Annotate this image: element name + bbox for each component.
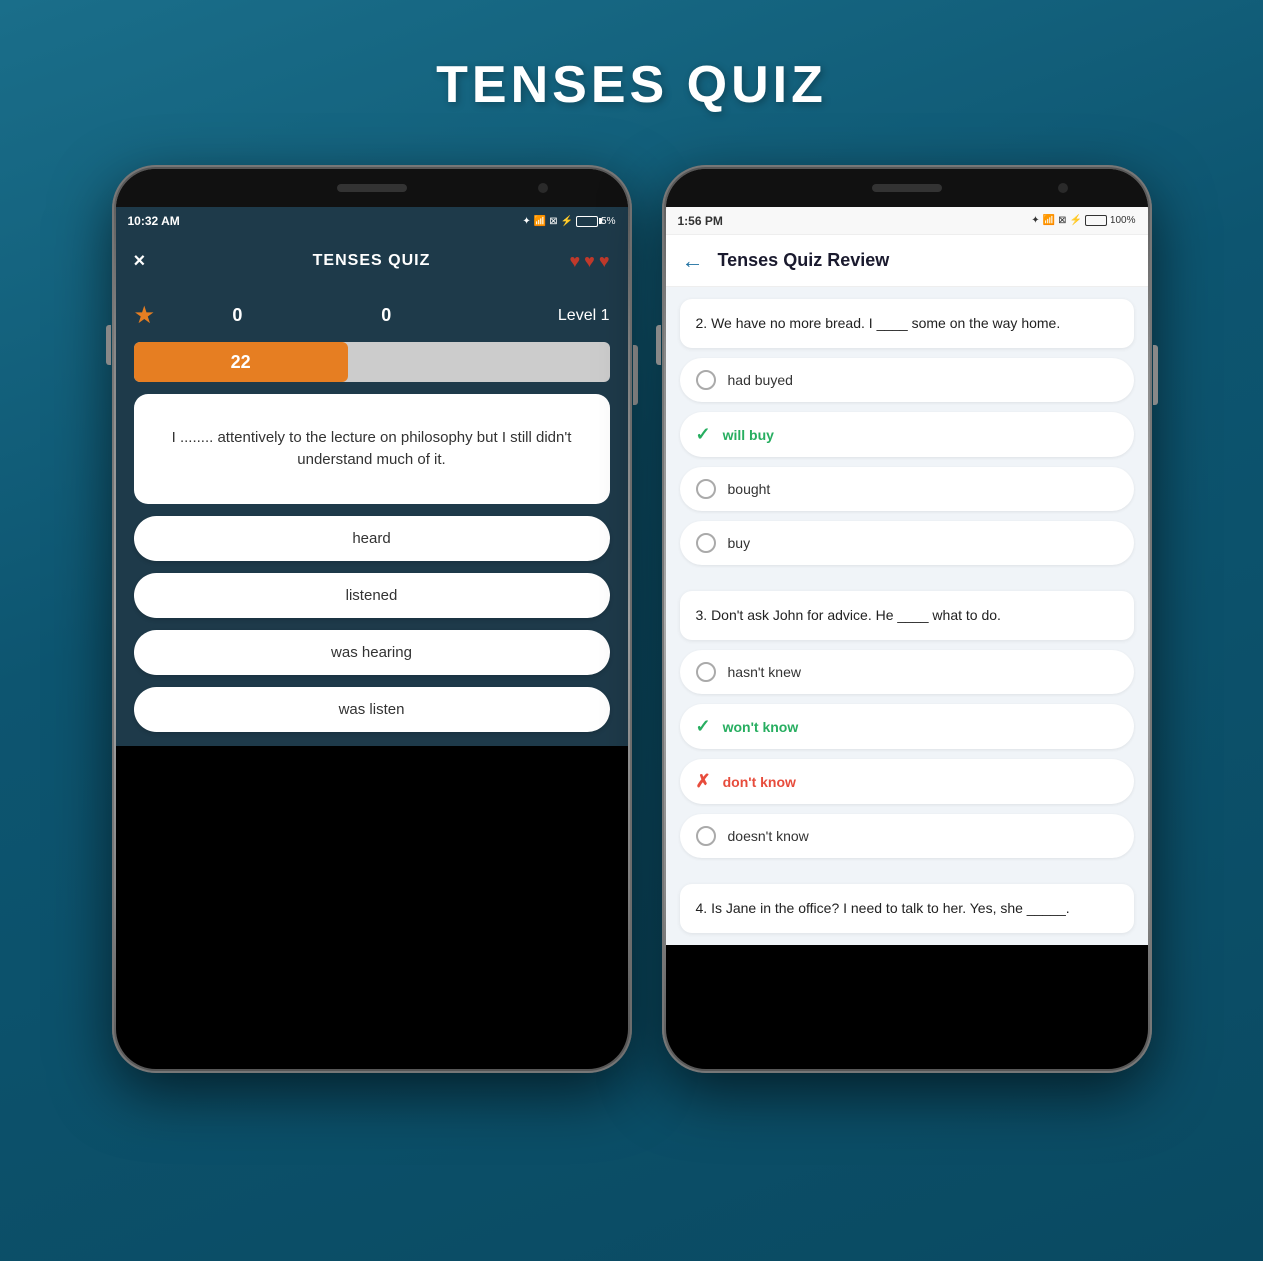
right-app-bar: ← Tenses Quiz Review [666,235,1148,287]
divider-1 [680,575,1134,581]
option-buy[interactable]: buy [680,521,1134,565]
option-hasnt-knew[interactable]: hasn't knew [680,650,1134,694]
divider-2 [680,868,1134,874]
option-dont-know-text: don't know [723,774,796,790]
right-signal-icon: 📶 [1043,215,1055,226]
right-speaker [872,184,942,192]
option-bought[interactable]: bought [680,467,1134,511]
right-phone-screen: 1:56 PM ✦ 📶 ⊠ ⚡ 100% ← Tense [666,169,1148,1069]
hearts-row: ♥ ♥ ♥ [569,251,609,272]
left-phone-screen: 10:32 AM ✦ 📶 ⊠ ⚡ 5% × TENSES [116,169,628,1069]
star-icon: ★ [134,301,156,330]
answer-listened[interactable]: listened [134,573,610,618]
option-wont-know-text: won't know [723,719,799,735]
cross-icon-dont-know: ✗ [696,771,711,792]
option-doesnt-know-text: doesn't know [728,828,809,844]
right-time: 1:56 PM [678,214,723,228]
charge-icon: ⚡ [561,216,573,227]
question-3-text: 3. Don't ask John for advice. He ____ wh… [680,591,1134,640]
heart-1: ♥ [569,251,580,272]
left-status-bar: 10:32 AM ✦ 📶 ⊠ ⚡ 5% [116,207,628,235]
right-bluetooth-icon: ✦ [1031,215,1039,226]
right-status-bar: 1:56 PM ✦ 📶 ⊠ ⚡ 100% [666,207,1148,235]
right-status-icons: ✦ 📶 ⊠ ⚡ 100% [1031,215,1135,226]
left-status-icons: ✦ 📶 ⊠ ⚡ 5% [522,216,615,227]
radio-doesnt-know [696,826,716,846]
q2-label: 2. We have no more bread. I ____ some on… [696,315,1061,331]
right-phone-top-bar [666,169,1148,207]
bluetooth-icon: ✦ [522,216,530,227]
level-label: Level 1 [461,307,610,325]
option-will-buy[interactable]: ✓ will buy [680,412,1134,457]
left-time: 10:32 AM [128,214,180,228]
back-button[interactable]: ← [682,248,704,274]
question-text: I ........ attentively to the lecture on… [154,427,590,472]
option-bought-text: bought [728,481,771,497]
right-wifi-icon: ⊠ [1058,215,1066,226]
right-power-button [1153,345,1158,405]
camera [538,183,548,193]
heart-3: ♥ [599,251,610,272]
option-hasnt-knew-text: hasn't knew [728,664,802,680]
option-will-buy-text: will buy [723,427,774,443]
score-2: 0 [312,305,461,326]
right-volume-button [656,325,661,365]
left-app-bar: × TENSES QUIZ ♥ ♥ ♥ [116,235,628,287]
answer-was-hearing[interactable]: was hearing [134,630,610,675]
radio-bought [696,479,716,499]
question-box: I ........ attentively to the lecture on… [134,394,610,504]
phones-container: 10:32 AM ✦ 📶 ⊠ ⚡ 5% × TENSES [112,165,1152,1073]
wifi-icon: ⊠ [549,216,557,227]
right-battery-percent: 100% [1110,215,1136,226]
score-row: ★ 0 0 Level 1 [134,301,610,330]
left-phone: 10:32 AM ✦ 📶 ⊠ ⚡ 5% × TENSES [112,165,632,1073]
battery-percent: 5% [601,216,615,227]
heart-2: ♥ [584,251,595,272]
left-content: ★ 0 0 Level 1 22 I ........ attentively … [116,287,628,746]
right-battery-bar [1085,215,1107,226]
radio-had-buyed [696,370,716,390]
right-camera [1058,183,1068,193]
check-icon-wont-know: ✓ [696,716,711,737]
right-phone: 1:56 PM ✦ 📶 ⊠ ⚡ 100% ← Tense [662,165,1152,1073]
battery-bar [576,216,598,227]
answer-heard[interactable]: heard [134,516,610,561]
option-doesnt-know[interactable]: doesn't know [680,814,1134,858]
q4-label: 4. Is Jane in the office? I need to talk… [696,900,1070,916]
right-app-title: Tenses Quiz Review [718,250,890,271]
answer-was-listen[interactable]: was listen [134,687,610,732]
radio-hasnt-knew [696,662,716,682]
score-1: 0 [163,305,312,326]
progress-bar-fill: 22 [134,342,348,382]
right-content: 2. We have no more bread. I ____ some on… [666,287,1148,945]
option-buy-text: buy [728,535,751,551]
page-title: TENSES QUIZ [436,55,827,115]
signal-icon: 📶 [534,216,546,227]
phone-top-bar [116,169,628,207]
radio-buy [696,533,716,553]
q3-label: 3. Don't ask John for advice. He ____ wh… [696,607,1001,623]
progress-value: 22 [231,352,251,373]
left-app-title: TENSES QUIZ [313,252,431,270]
option-wont-know[interactable]: ✓ won't know [680,704,1134,749]
progress-bar-container: 22 [134,342,610,382]
close-button[interactable]: × [134,250,146,273]
option-dont-know[interactable]: ✗ don't know [680,759,1134,804]
question-4-text: 4. Is Jane in the office? I need to talk… [680,884,1134,933]
check-icon-will-buy: ✓ [696,424,711,445]
option-had-buyed[interactable]: had buyed [680,358,1134,402]
option-had-buyed-text: had buyed [728,372,793,388]
volume-button [106,325,111,365]
question-2-text: 2. We have no more bread. I ____ some on… [680,299,1134,348]
power-button [633,345,638,405]
speaker [337,184,407,192]
right-charge-icon: ⚡ [1069,215,1081,226]
